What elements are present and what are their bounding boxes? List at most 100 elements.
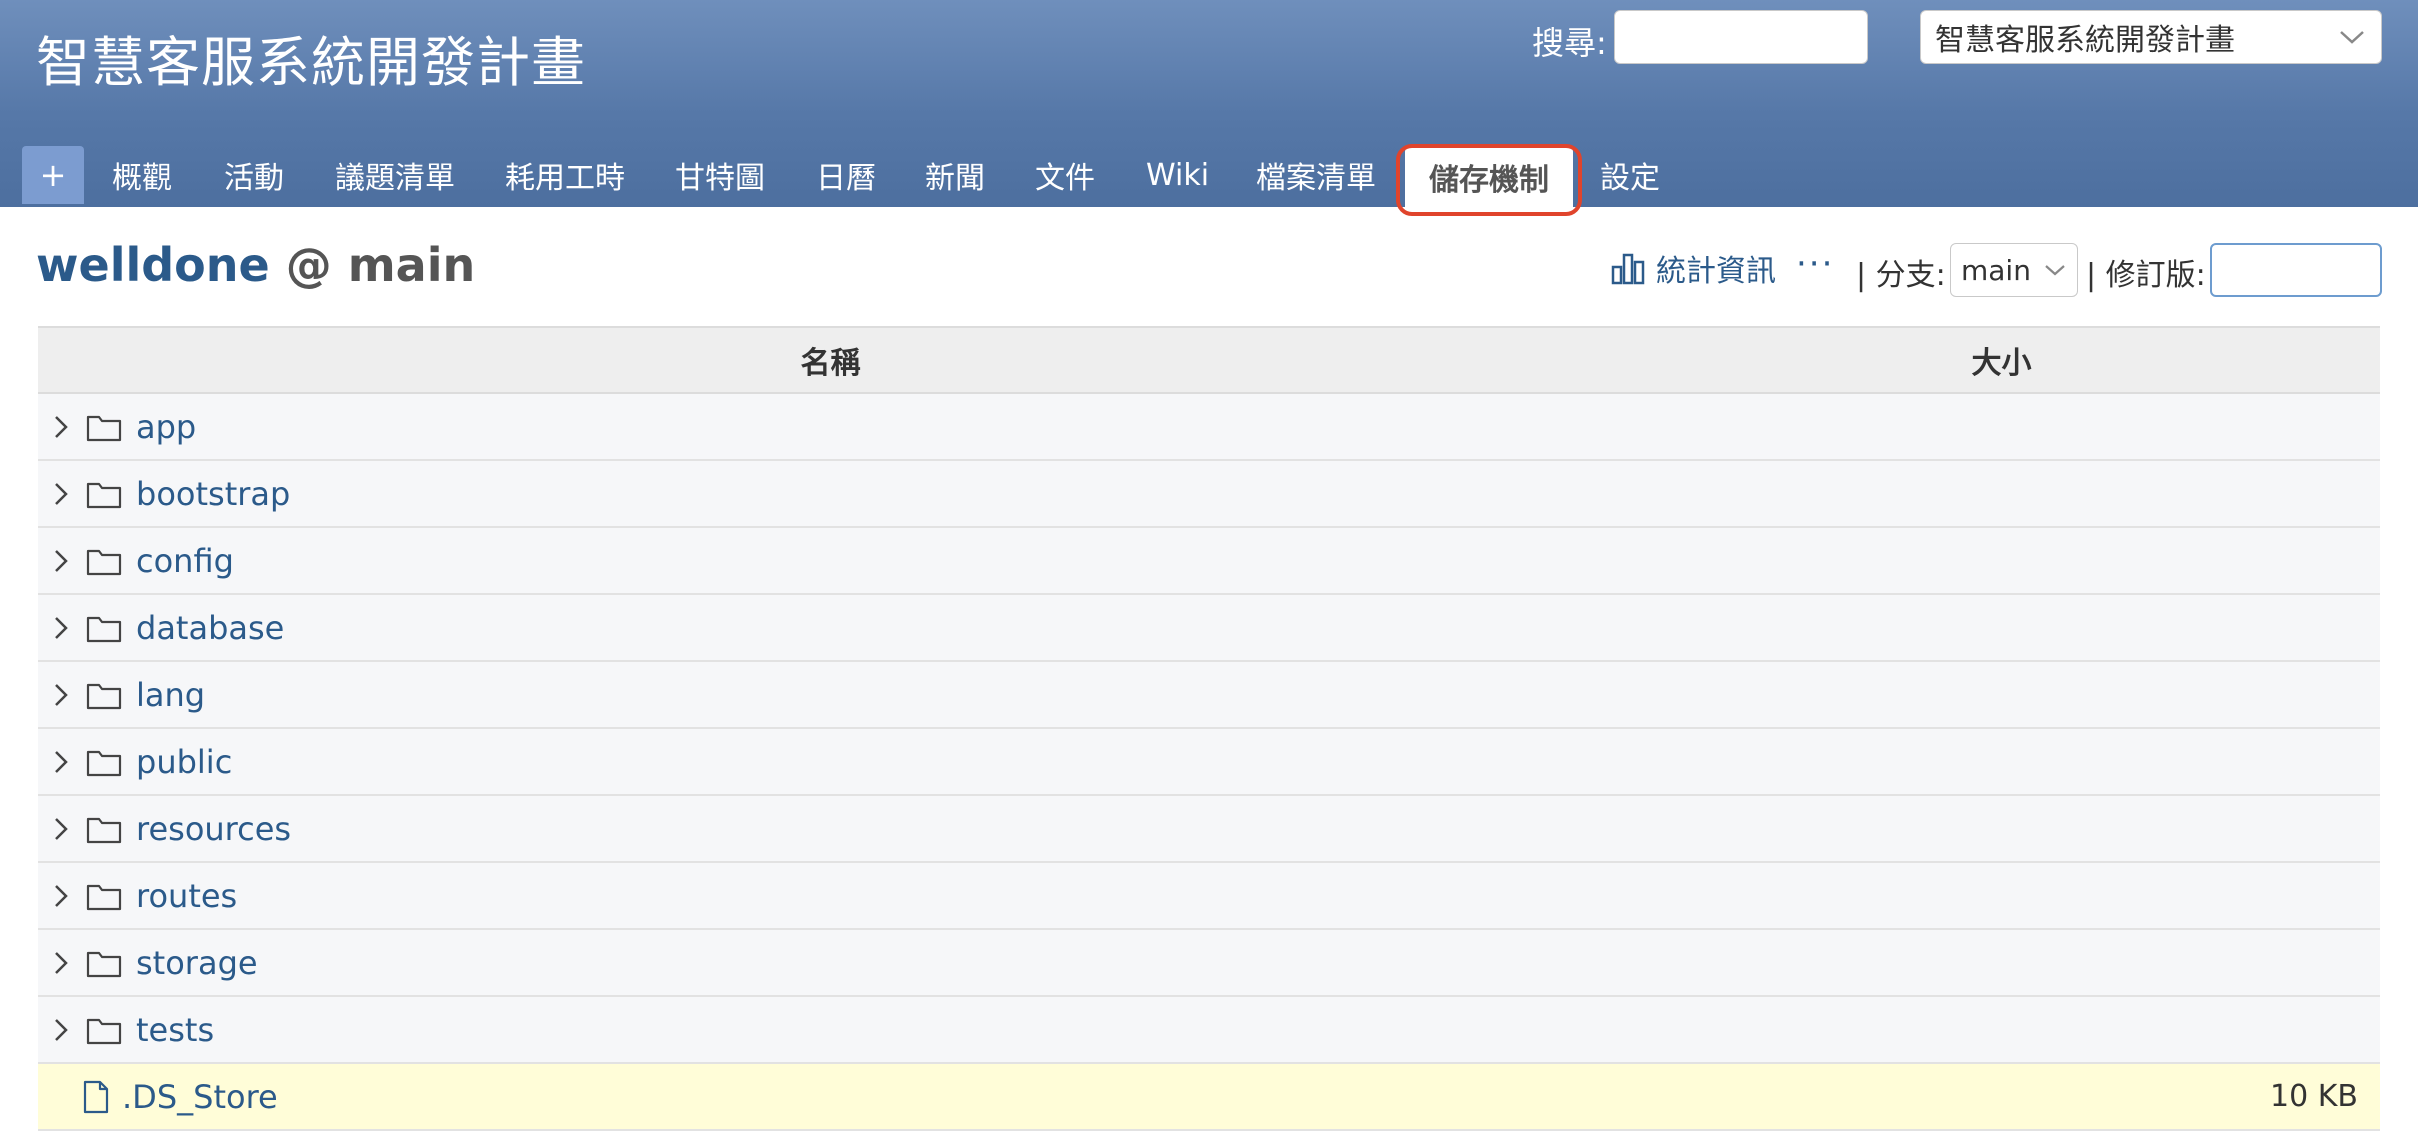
entry-name-wrapper: routes [38, 863, 1623, 928]
entry-name-wrapper: config [38, 528, 1623, 593]
directory-link[interactable]: app [136, 408, 196, 446]
entry-size [1623, 393, 2380, 461]
tab-gantt[interactable]: 甘特圖 [675, 146, 765, 204]
entry-name-cell: .DS_Store [38, 1063, 1623, 1131]
entries-body: app bootstrap config database lang public reso… [38, 393, 2380, 1131]
tab-time-entries[interactable]: 耗用工時 [505, 146, 625, 204]
chevron-right-icon[interactable] [52, 816, 70, 842]
entry-name-cell: tests [38, 996, 1623, 1064]
folder-icon [86, 951, 122, 977]
directory-link[interactable]: database [136, 609, 284, 647]
project-title: 智慧客服系統開發計畫 [36, 31, 586, 94]
chevron-right-icon[interactable] [52, 1017, 70, 1043]
bar-chart-icon [1611, 253, 1645, 285]
entry-name-wrapper: .DS_Store [38, 1064, 1623, 1129]
folder-icon [86, 1018, 122, 1044]
directory-row[interactable]: storage [38, 929, 2380, 997]
entry-size [1623, 661, 2380, 729]
more-actions-icon[interactable]: ··· [1796, 244, 1834, 284]
entry-name-wrapper: database [38, 595, 1623, 660]
folder-icon [86, 549, 122, 575]
entry-name-cell: config [38, 527, 1623, 595]
file-link[interactable]: .DS_Store [122, 1078, 278, 1116]
search-input[interactable] [1614, 10, 1868, 64]
chevron-right-icon[interactable] [52, 615, 70, 641]
directory-row[interactable]: database [38, 594, 2380, 662]
entry-name-cell: bootstrap [38, 460, 1623, 528]
directory-link[interactable]: storage [136, 944, 258, 982]
directory-row[interactable]: tests [38, 996, 2380, 1064]
chevron-down-icon [2045, 265, 2065, 276]
directory-link[interactable]: routes [136, 877, 237, 915]
folder-icon [86, 616, 122, 642]
directory-row[interactable]: bootstrap [38, 460, 2380, 528]
directory-row[interactable]: lang [38, 661, 2380, 729]
entry-name-wrapper: app [38, 394, 1623, 459]
branch-select[interactable]: main [1950, 243, 2078, 297]
revision-input[interactable] [2210, 243, 2382, 297]
chevron-right-icon[interactable] [52, 950, 70, 976]
directory-row[interactable]: routes [38, 862, 2380, 930]
directory-link[interactable]: resources [136, 810, 291, 848]
folder-icon [86, 415, 122, 441]
tab-documents[interactable]: 文件 [1035, 146, 1095, 204]
app-root: 智慧客服系統開發計畫 搜尋: 智慧客服系統開發計畫 + 概觀 活動 議題清單 耗… [0, 0, 2418, 1131]
tab-repository[interactable]: 儲存機制 [1405, 146, 1573, 207]
entry-name-wrapper: tests [38, 997, 1623, 1062]
tab-wiki[interactable]: Wiki [1146, 146, 1209, 204]
tab-overview[interactable]: 概觀 [112, 146, 172, 204]
chevron-right-icon[interactable] [52, 682, 70, 708]
entry-size [1623, 527, 2380, 595]
column-header-name[interactable]: 名稱 [38, 326, 1623, 394]
tab-news[interactable]: 新聞 [925, 146, 985, 204]
directory-link[interactable]: bootstrap [136, 475, 290, 513]
chevron-right-icon[interactable] [52, 481, 70, 507]
tab-settings[interactable]: 設定 [1600, 146, 1660, 204]
repository-entries-table: 名稱 大小 app bootstrap config database lang publ… [38, 326, 2380, 1131]
directory-row[interactable]: config [38, 527, 2380, 595]
branch-label: | 分支: [1856, 258, 1946, 293]
directory-link[interactable]: config [136, 542, 234, 580]
directory-link[interactable]: lang [136, 676, 205, 714]
tab-activity[interactable]: 活動 [224, 146, 284, 204]
project-select-value: 智慧客服系統開發計畫 [1935, 23, 2235, 58]
directory-row[interactable]: app [38, 393, 2380, 461]
revision-label: | 修訂版: [2086, 258, 2206, 293]
tab-issues[interactable]: 議題清單 [335, 146, 455, 204]
column-header-size[interactable]: 大小 [1623, 326, 2380, 394]
folder-icon [86, 482, 122, 508]
file-icon [83, 1080, 109, 1113]
chevron-right-icon[interactable] [52, 548, 70, 574]
directory-row[interactable]: resources [38, 795, 2380, 863]
search-label: 搜尋: [1532, 24, 1607, 62]
entry-size [1623, 795, 2380, 863]
directory-link[interactable]: tests [136, 1011, 214, 1049]
repository-branch-label: @ main [285, 238, 476, 292]
directory-row[interactable]: public [38, 728, 2380, 796]
entry-name-wrapper: bootstrap [38, 461, 1623, 526]
statistics-label: 統計資訊 [1656, 254, 1776, 289]
statistics-link[interactable]: 統計資訊 [1610, 246, 1776, 290]
chevron-right-icon[interactable] [52, 749, 70, 775]
entry-size [1623, 929, 2380, 997]
project-jump-select[interactable]: 智慧客服系統開發計畫 [1920, 10, 2382, 64]
directory-link[interactable]: public [136, 743, 232, 781]
entry-size: 10 KB [1623, 1063, 2380, 1131]
chevron-right-icon[interactable] [52, 883, 70, 909]
entry-size [1623, 594, 2380, 662]
entry-size [1623, 996, 2380, 1064]
tab-files[interactable]: 檔案清單 [1256, 146, 1376, 204]
folder-icon [86, 750, 122, 776]
tab-calendar[interactable]: 日曆 [816, 146, 876, 204]
chevron-down-icon [2340, 31, 2364, 44]
folder-icon [86, 683, 122, 709]
entry-name-wrapper: storage [38, 930, 1623, 995]
file-row[interactable]: .DS_Store 10 KB [38, 1063, 2380, 1131]
entry-name-cell: database [38, 594, 1623, 662]
new-object-button[interactable]: + [22, 146, 84, 204]
repository-name-link[interactable]: welldone [36, 238, 270, 292]
branch-select-value: main [1961, 253, 2031, 287]
entry-name-cell: resources [38, 795, 1623, 863]
chevron-right-icon[interactable] [52, 414, 70, 440]
entry-name-cell: lang [38, 661, 1623, 729]
